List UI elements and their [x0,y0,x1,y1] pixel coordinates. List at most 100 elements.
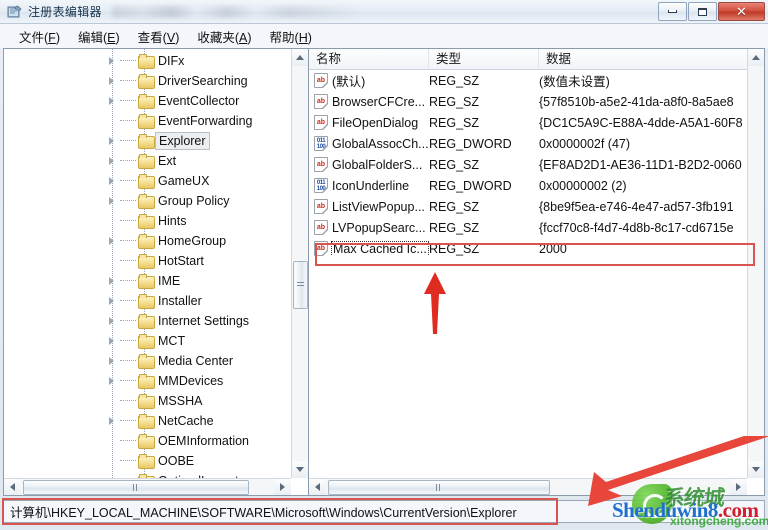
value-name-cell: ab FileOpenDialog [309,115,429,130]
registry-tree-pane[interactable]: DIFx DriverSearching EventCollector EventFo… [4,49,309,495]
list-hscroll-thumb[interactable] [328,479,550,495]
table-row[interactable]: ab (默认) REG_SZ (数值未设置) [309,70,747,91]
tree-item-label: OOBE [158,454,195,468]
tree-item-mct[interactable]: MCT [4,331,291,351]
value-type-cell: REG_SZ [429,94,480,109]
expand-arrow-icon[interactable] [108,277,117,286]
expand-arrow-icon[interactable] [108,237,117,246]
tree-item-eventcollector[interactable]: EventCollector [4,91,291,111]
folder-icon [138,94,155,109]
table-row[interactable]: ab ListViewPopup... REG_SZ {8be9f5ea-e746-4… [309,196,747,217]
table-row[interactable]: ab LVPopupSearc... REG_SZ {fccf70c8-f4d7-4d… [309,217,747,238]
tree-hscroll-track[interactable] [21,479,274,496]
tree-item-driversearching[interactable]: DriverSearching [4,71,291,91]
tree-item-mssha[interactable]: MSSHA [4,391,291,411]
tree-scroll-down-button[interactable] [291,461,308,478]
chevron-left-icon [10,483,15,491]
table-row[interactable]: ab FileOpenDialog REG_SZ {DC1C5A9C-E88A-4dd… [309,112,747,133]
expand-arrow-icon[interactable] [108,177,117,186]
expand-arrow-icon[interactable] [108,77,117,86]
expand-arrow-icon[interactable] [108,357,117,366]
value-data-cell: 0x00000002 (2) [539,178,627,193]
tree-item-hints[interactable]: Hints [4,211,291,231]
tree-item-media-center[interactable]: Media Center [4,351,291,371]
window-title: 注册表编辑器 [28,5,102,19]
list-scroll-left-button[interactable] [309,478,326,495]
table-row[interactable]: 011 100 IconUnderline REG_DWORD 0x00000002 (… [309,175,747,196]
expand-arrow-icon[interactable] [108,197,117,206]
expand-arrow-icon[interactable] [108,97,117,106]
table-row[interactable]: ab Max Cached Ic... REG_SZ 2000 [309,238,747,259]
column-header-name[interactable]: 名称 [309,49,429,69]
list-horizontal-scrollbar[interactable] [309,478,747,495]
tree-vscroll-thumb[interactable] [292,261,308,309]
list-scroll-down-button[interactable] [747,461,764,478]
tree-item-installer[interactable]: Installer [4,291,291,311]
tree-item-ext[interactable]: Ext [4,151,291,171]
value-name-label: IconUnderline [332,178,410,193]
tree-item-oeminformation[interactable]: OEMInformation [4,431,291,451]
list-vscroll-track[interactable] [748,66,765,461]
chevron-right-icon [280,483,285,491]
table-row[interactable]: ab BrowserCFCre... REG_SZ {57f8510b-a5e2-41… [309,91,747,112]
expand-arrow-icon[interactable] [108,317,117,326]
tree-item-eventforwarding[interactable]: EventForwarding [4,111,291,131]
expand-arrow-icon[interactable] [108,417,117,426]
tree-item-explorer[interactable]: Explorer [4,131,291,151]
minimize-icon [668,10,677,13]
maximize-button[interactable] [688,2,717,21]
tree-item-netcache[interactable]: NetCache [4,411,291,431]
menu-item-help[interactable]: 帮助(H) [261,25,321,48]
menu-item-edit[interactable]: 编辑(E) [69,25,129,48]
table-row[interactable]: ab GlobalFolderS... REG_SZ {EF8AD2D1-AE36-1… [309,154,747,175]
registry-editor-window: 注册表编辑器 ✕ 文件(F) 编辑(E) 查看(V) 收藏夹(A) 帮助(H) [0,0,768,530]
tree-scroll-up-button[interactable] [291,49,308,66]
folder-icon [138,394,155,409]
tree-item-label: Internet Settings [158,314,250,328]
tree-item-gameux[interactable]: GameUX [4,171,291,191]
expand-arrow-icon[interactable] [108,377,117,386]
client-area: DIFx DriverSearching EventCollector EventFo… [3,48,765,496]
tree-item-ime[interactable]: IME [4,271,291,291]
list-vertical-scrollbar[interactable] [747,49,764,478]
tree-item-oobe[interactable]: OOBE [4,451,291,471]
expand-arrow-icon[interactable] [108,137,117,146]
registry-values-pane[interactable]: 名称 类型 数据 ab (默认) REG_SZ (数值未设置) ab BrowserCFC… [309,49,764,495]
expand-arrow-icon[interactable] [108,157,117,166]
tree-connector-line [120,320,136,321]
tree-item-internet-settings[interactable]: Internet Settings [4,311,291,331]
column-header-data[interactable]: 数据 [539,49,764,69]
menu-item-view[interactable]: 查看(V) [129,25,189,48]
table-row[interactable]: 011 100 GlobalAssocCh... REG_DWORD 0x0000002… [309,133,747,154]
menu-item-favorites[interactable]: 收藏夹(A) [188,25,260,48]
tree-vscroll-track[interactable] [292,66,309,461]
tree-scroll-left-button[interactable] [4,478,21,495]
minimize-button[interactable] [658,2,687,21]
value-data-cell: 0x0000002f (47) [539,136,631,151]
tree-item-mmdevices[interactable]: MMDevices [4,371,291,391]
list-scroll-up-button[interactable] [747,49,764,66]
tree-horizontal-scrollbar[interactable] [4,478,291,495]
tree-connector-line [120,100,136,101]
list-hscroll-track[interactable] [326,479,730,496]
tree-hscroll-thumb[interactable] [23,479,249,495]
tree-item-group-policy[interactable]: Group Policy [4,191,291,211]
close-button[interactable]: ✕ [718,2,765,21]
value-name-cell: ab GlobalFolderS... [309,157,429,172]
column-header-type[interactable]: 类型 [429,49,539,69]
expand-arrow-icon[interactable] [108,297,117,306]
expand-arrow-icon[interactable] [108,337,117,346]
menu-item-file[interactable]: 文件(F) [10,25,69,48]
list-scroll-right-button[interactable] [730,478,747,495]
tree-vertical-scrollbar[interactable] [291,49,308,478]
menu-item-edit-label: 编辑(E) [77,30,120,45]
tree-item-difx[interactable]: DIFx [4,51,291,71]
tree-item-label: MSSHA [158,394,203,408]
tree-scroll-right-button[interactable] [274,478,291,495]
expand-arrow-icon[interactable] [108,57,117,66]
string-value-icon: ab [314,241,328,256]
scrollbar-grip-icon [133,483,139,491]
tree-item-optimallayout[interactable]: OptimalLayout [4,471,291,478]
tree-item-homegroup[interactable]: HomeGroup [4,231,291,251]
tree-item-hotstart[interactable]: HotStart [4,251,291,271]
